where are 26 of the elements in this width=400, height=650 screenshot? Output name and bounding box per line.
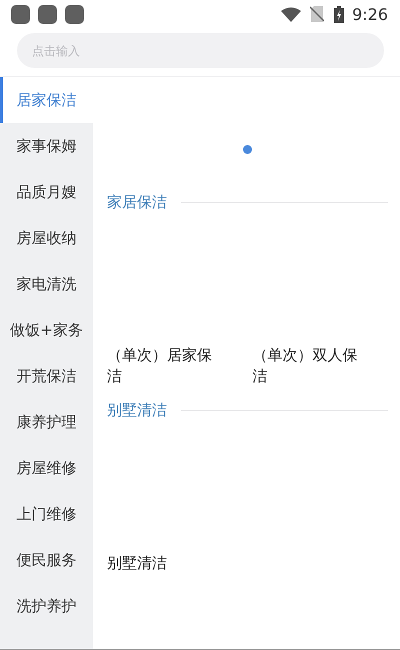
category-item[interactable]: 家电清洗: [0, 261, 93, 307]
status-time: 9:26: [352, 4, 388, 24]
section-title: 家居保洁: [107, 192, 167, 212]
notification-icon: [38, 4, 57, 24]
battery-icon: [334, 6, 344, 22]
section-title: 别墅清洁: [107, 400, 167, 420]
category-item[interactable]: 便民服务: [0, 537, 93, 583]
wifi-icon: [281, 6, 302, 22]
category-item[interactable]: 上门维修: [0, 491, 93, 537]
category-item[interactable]: 开荒保洁: [0, 353, 93, 399]
category-item[interactable]: 房屋收纳: [0, 215, 93, 261]
notification-icon: [11, 4, 30, 24]
no-sim-icon: [310, 6, 324, 22]
category-item[interactable]: 居家保洁: [0, 77, 93, 123]
service-item[interactable]: （单次）居家保洁: [107, 345, 217, 387]
loading-dot: [243, 145, 252, 154]
category-item[interactable]: 康养护理: [0, 399, 93, 445]
category-item[interactable]: 做饭+家务: [0, 307, 93, 353]
category-item[interactable]: 品质月嫂: [0, 169, 93, 215]
category-item[interactable]: 家事保姆: [0, 123, 93, 169]
search-field[interactable]: 点击输入: [17, 33, 384, 68]
service-item[interactable]: 别墅清洁: [107, 553, 217, 574]
category-item[interactable]: 洗护养护: [0, 583, 93, 629]
notification-icon: [65, 4, 84, 24]
service-item[interactable]: （单次）双人保洁: [252, 345, 362, 387]
category-item[interactable]: 房屋维修: [0, 445, 93, 491]
